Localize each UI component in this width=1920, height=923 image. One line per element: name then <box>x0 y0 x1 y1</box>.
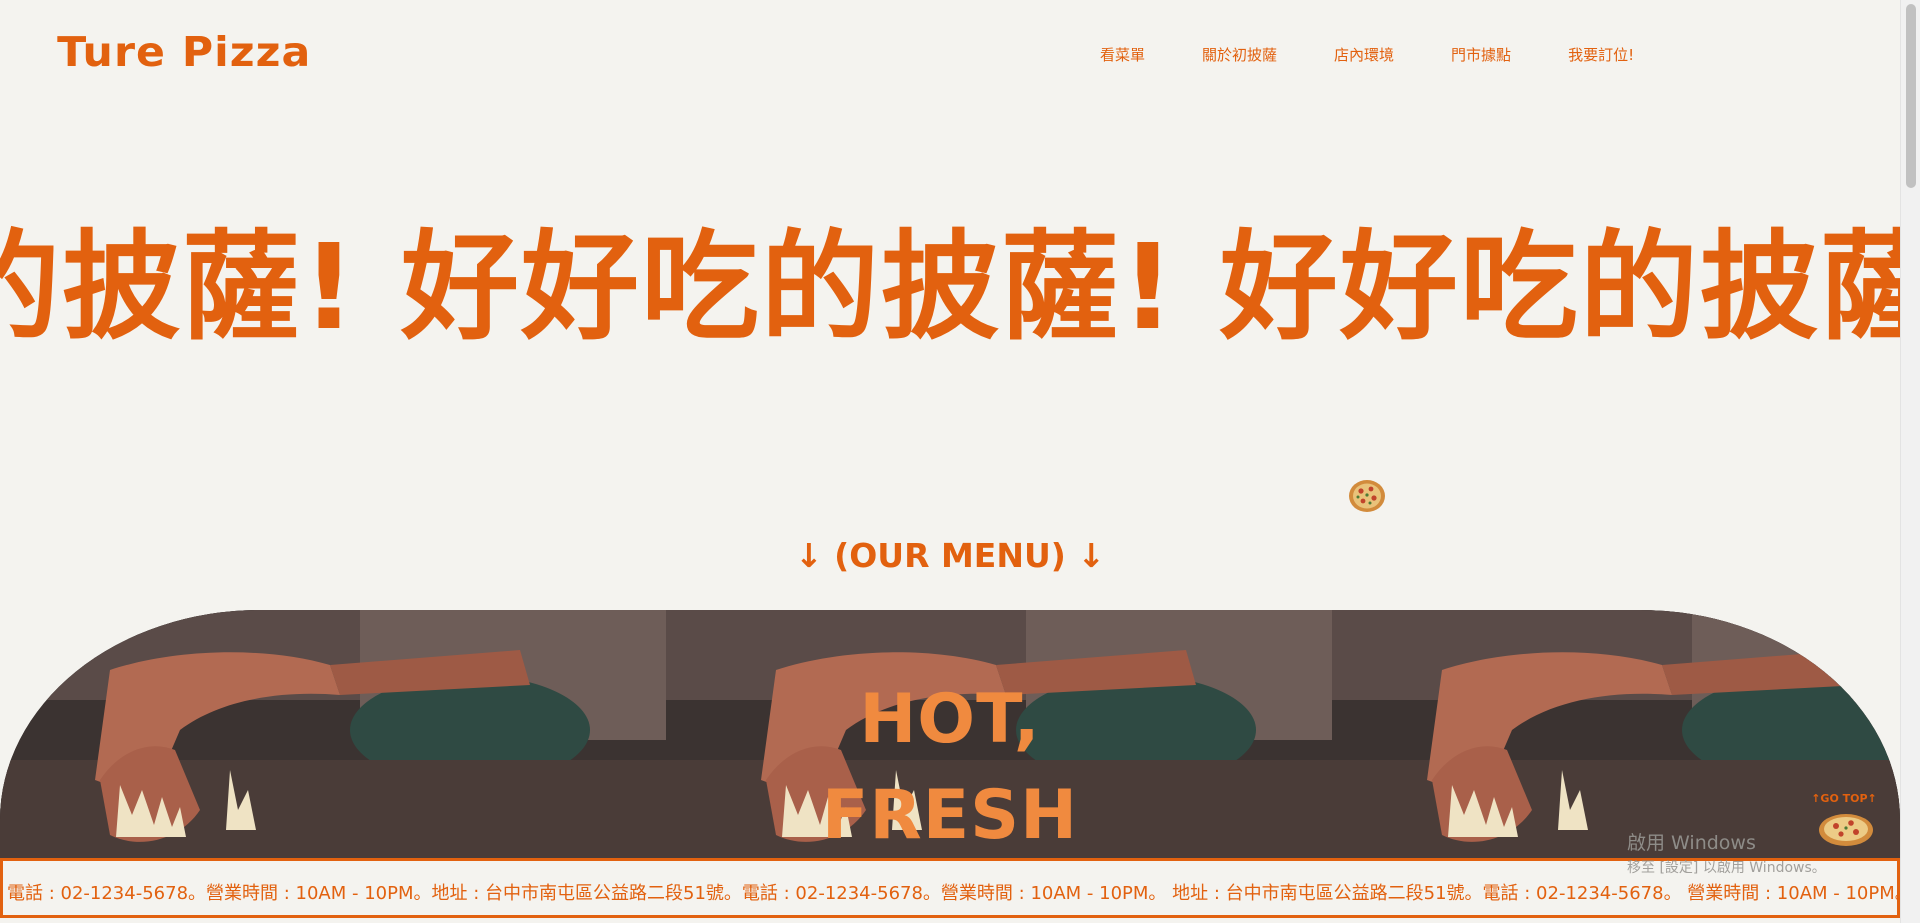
watermark-title: 啟用 Windows <box>1627 832 1756 854</box>
menu-heading: ↓ (OUR MENU) ↓ <box>795 536 1105 575</box>
scrollbar-thumb[interactable] <box>1906 4 1916 188</box>
nav-item-reservation[interactable]: 我要訂位! <box>1568 44 1634 65</box>
hero-headline-line2: FRESH <box>821 776 1079 855</box>
hero-headline: HOT, FRESH <box>0 672 1900 864</box>
info-ticker: 電話 : 02-1234-5678。營業時間 : 10AM - 10PM。地址 … <box>0 858 1900 918</box>
headline-marquee: 的披薩! 好好吃的披薩! 好好吃的披薩! <box>0 222 1900 352</box>
hero-headline-line1: HOT, <box>859 680 1041 759</box>
nav-item-environment[interactable]: 店內環境 <box>1334 44 1394 65</box>
pizza-icon <box>1348 478 1386 514</box>
windows-activation-watermark: 啟用 Windows 移至 [設定] 以啟用 Windows。 <box>1627 828 1826 877</box>
nav-item-about[interactable]: 關於初披薩 <box>1202 44 1277 65</box>
vertical-scrollbar[interactable] <box>1900 0 1920 923</box>
info-ticker-text: 電話 : 02-1234-5678。營業時間 : 10AM - 10PM。地址 … <box>7 883 1900 904</box>
go-top-label: ↑GO TOP↑ <box>1811 792 1877 805</box>
main-nav: 看菜單 關於初披薩 店內環境 門市據點 我要訂位! <box>1100 44 1634 65</box>
watermark-subtitle: 移至 [設定] 以啟用 Windows。 <box>1627 860 1826 876</box>
headline-marquee-text: 的披薩! 好好吃的披薩! 好好吃的披薩! <box>0 222 1900 352</box>
nav-item-locations[interactable]: 門市據點 <box>1451 44 1511 65</box>
nav-item-menu[interactable]: 看菜單 <box>1100 44 1145 65</box>
page: Ture Pizza 看菜單 關於初披薩 店內環境 門市據點 我要訂位! 的披薩… <box>0 0 1900 923</box>
site-logo[interactable]: Ture Pizza <box>57 28 311 76</box>
pizza-icon <box>1819 814 1873 846</box>
